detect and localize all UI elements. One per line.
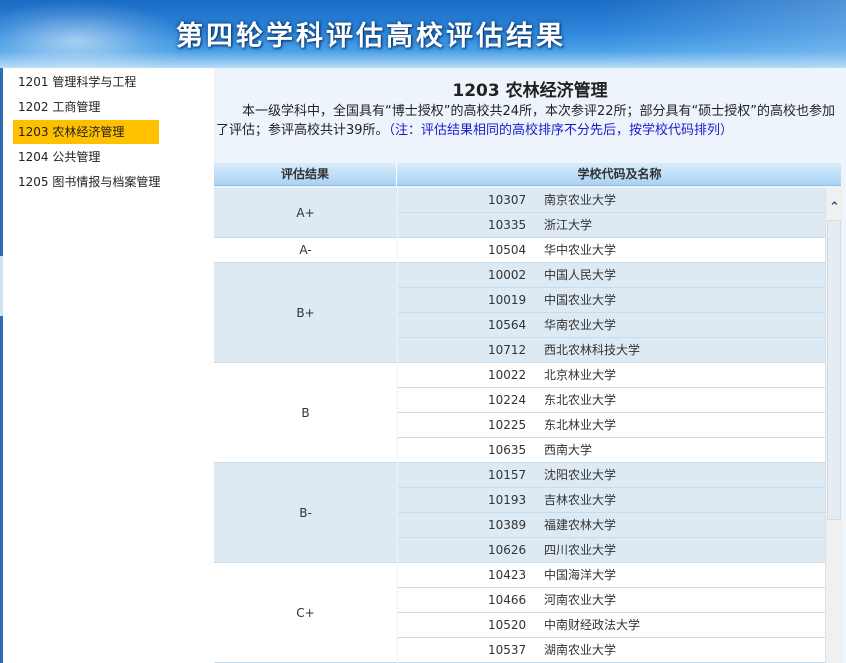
table-row: 10224 东北农业大学 bbox=[398, 388, 825, 413]
table-row: 10225 东北林业大学 bbox=[398, 413, 825, 438]
school-name: 西北农林科技大学 bbox=[544, 343, 641, 357]
school-name: 东北农业大学 bbox=[544, 393, 617, 407]
school-code: 10019 bbox=[488, 293, 527, 307]
intro-note: （注：评估结果相同的高校排序不分先后，按学校代码排列） bbox=[388, 123, 734, 138]
table-row: 10537 湖南农业大学 bbox=[398, 638, 825, 663]
table-row: 10635 西南大学 bbox=[398, 438, 825, 463]
school-code: 10423 bbox=[488, 568, 527, 582]
grade-cell: B- bbox=[214, 463, 397, 563]
table-row: 10389 福建农林大学 bbox=[398, 513, 825, 538]
school-name: 福建农林大学 bbox=[544, 518, 617, 532]
school-code: 10564 bbox=[488, 318, 527, 332]
table-row: 10335 浙江大学 bbox=[398, 213, 825, 238]
school-code: 10389 bbox=[488, 518, 527, 532]
school-name: 湖南农业大学 bbox=[544, 643, 617, 657]
school-code: 10504 bbox=[488, 243, 527, 257]
table-scrollbar[interactable]: ⌃ bbox=[825, 188, 842, 663]
grade-cell: A+ bbox=[214, 188, 397, 238]
sidebar-item-1[interactable]: 1201 管理科学与工程 bbox=[13, 70, 159, 94]
school-name: 沈阳农业大学 bbox=[544, 468, 617, 482]
grade-cell: B bbox=[214, 363, 397, 463]
table-row: 10307 南京农业大学 bbox=[398, 188, 825, 213]
school-name: 四川农业大学 bbox=[544, 543, 617, 557]
table-row: 10157 沈阳农业大学 bbox=[398, 463, 825, 488]
header-banner: 第四轮学科评估高校评估结果 bbox=[0, 0, 846, 68]
grade-cell: B+ bbox=[214, 263, 397, 363]
table-row: 10193 吉林农业大学 bbox=[398, 488, 825, 513]
school-name: 河南农业大学 bbox=[544, 593, 617, 607]
school-code: 10225 bbox=[488, 418, 527, 432]
sidebar-item-5[interactable]: 1205 图书情报与档案管理 bbox=[13, 170, 160, 194]
sidebar-nav: 1201 管理科学与工程 1202 工商管理 1203 农林经济管理 1204 公共管… bbox=[0, 68, 212, 663]
sidebar-item-3[interactable]: 1203 农林经济管理 bbox=[13, 120, 159, 144]
world-map-graphic bbox=[0, 0, 190, 68]
school-name: 华中农业大学 bbox=[544, 243, 617, 257]
school-name: 中南财经政法大学 bbox=[544, 618, 641, 632]
school-code: 10307 bbox=[488, 193, 527, 207]
school-name: 南京农业大学 bbox=[544, 193, 617, 207]
school-name: 西南大学 bbox=[544, 443, 593, 457]
page-title: 1203 农林经济管理 bbox=[452, 81, 608, 101]
school-name: 中国农业大学 bbox=[544, 293, 617, 307]
school-name: 浙江大学 bbox=[544, 218, 593, 232]
school-name: 东北林业大学 bbox=[544, 418, 617, 432]
sidebar-item-4[interactable]: 1204 公共管理 bbox=[13, 145, 159, 169]
main-content: 1203 农林经济管理 本一级学科中，全国具有“博士授权”的高校共24所，本次参… bbox=[214, 68, 846, 663]
school-name: 华南农业大学 bbox=[544, 318, 617, 332]
table-row: 10423 中国海洋大学 bbox=[398, 563, 825, 588]
school-name: 北京林业大学 bbox=[544, 368, 617, 382]
table-row: 10626 四川农业大学 bbox=[398, 538, 825, 563]
school-code: 10626 bbox=[488, 543, 527, 557]
table-row: 10504 华中农业大学 bbox=[398, 238, 825, 263]
school-code: 10002 bbox=[488, 268, 527, 282]
page-banner-title: 第四轮学科评估高校评估结果 bbox=[176, 21, 566, 52]
table-row: 10564 华南农业大学 bbox=[398, 313, 825, 338]
school-name: 中国海洋大学 bbox=[544, 568, 617, 582]
decorative-bars bbox=[596, 0, 846, 68]
grade-cell: A- bbox=[214, 238, 397, 263]
school-name: 吉林农业大学 bbox=[544, 493, 617, 507]
school-code: 10022 bbox=[488, 368, 527, 382]
table-header: 评估结果 学校代码及名称 bbox=[214, 163, 841, 186]
table-row: 10022 北京林业大学 bbox=[398, 363, 825, 388]
sidebar-accent bbox=[0, 256, 3, 316]
table-row: 10019 中国农业大学 bbox=[398, 288, 825, 313]
header-school: 学校代码及名称 bbox=[577, 167, 662, 181]
table-row: 10466 河南农业大学 bbox=[398, 588, 825, 613]
table-row: 10002 中国人民大学 bbox=[398, 263, 825, 288]
school-code: 10157 bbox=[488, 468, 527, 482]
scroll-thumb[interactable] bbox=[827, 220, 841, 520]
table-row: 10520 中南财经政法大学 bbox=[398, 613, 825, 638]
school-code: 10635 bbox=[488, 443, 527, 457]
school-code: 10537 bbox=[488, 643, 527, 657]
school-code: 10712 bbox=[488, 343, 527, 357]
sidebar-item-2[interactable]: 1202 工商管理 bbox=[13, 95, 159, 119]
scroll-up-icon[interactable]: ⌃ bbox=[826, 200, 843, 216]
header-grade: 评估结果 bbox=[214, 163, 397, 186]
school-code: 10520 bbox=[488, 618, 527, 632]
school-code: 10466 bbox=[488, 593, 527, 607]
school-code: 10224 bbox=[488, 393, 527, 407]
school-code: 10193 bbox=[488, 493, 527, 507]
school-code: 10335 bbox=[488, 218, 527, 232]
grade-cell: C+ bbox=[214, 563, 397, 663]
intro-paragraph: 本一级学科中，全国具有“博士授权”的高校共24所，本次参评22所；部分具有“硕士… bbox=[216, 102, 838, 140]
school-name: 中国人民大学 bbox=[544, 268, 617, 282]
table-row: 10712 西北农林科技大学 bbox=[398, 338, 825, 363]
